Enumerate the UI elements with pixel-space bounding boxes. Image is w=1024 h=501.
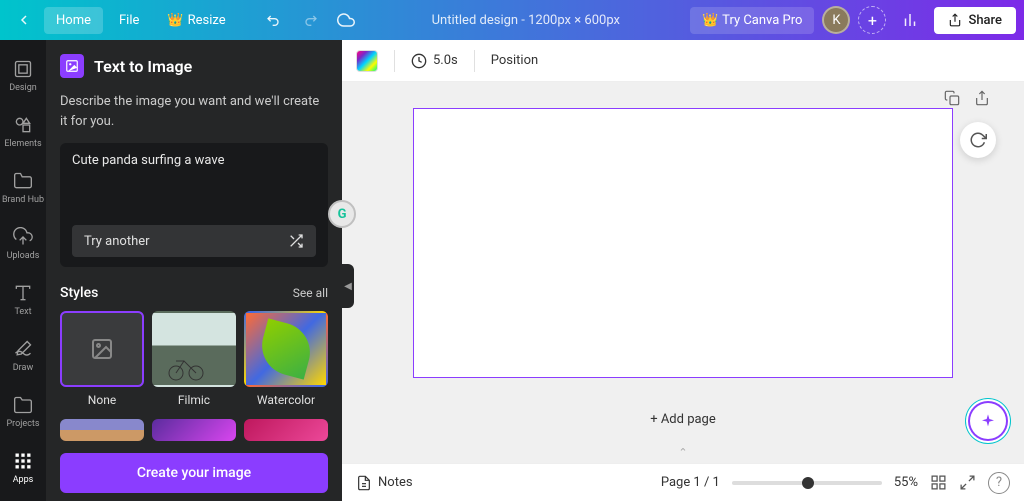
home-button[interactable]: Home xyxy=(44,7,103,34)
zoom-value[interactable]: 55% xyxy=(894,475,918,490)
grid-view-icon[interactable] xyxy=(930,474,947,491)
file-button[interactable]: File xyxy=(107,7,151,34)
grammarly-icon[interactable]: G xyxy=(328,200,356,228)
rail-brand-hub[interactable]: Brand Hub xyxy=(0,160,46,216)
style-extra-3[interactable] xyxy=(244,419,328,441)
style-extra-1[interactable] xyxy=(60,419,144,441)
add-collaborator-button[interactable]: + xyxy=(858,6,886,34)
redo-icon[interactable] xyxy=(294,4,326,36)
try-pro-button[interactable]: 👑 Try Canva Pro xyxy=(690,7,814,34)
style-filmic[interactable]: Filmic xyxy=(152,311,236,407)
text-to-image-panel: Text to Image Describe the image you wan… xyxy=(46,40,342,501)
zoom-slider[interactable] xyxy=(732,481,882,485)
avatar[interactable]: K xyxy=(822,6,850,34)
resize-button[interactable]: 👑 Resize xyxy=(155,7,237,34)
rail-draw[interactable]: Draw xyxy=(0,328,46,384)
duration-button[interactable]: 5.0s xyxy=(411,53,458,69)
style-extra-2[interactable] xyxy=(152,419,236,441)
image-placeholder-icon xyxy=(90,337,114,361)
text-to-image-icon xyxy=(60,54,84,78)
panel-title: Text to Image xyxy=(94,57,192,76)
topbar-left-group: Home File 👑 Resize xyxy=(8,4,362,36)
notes-icon xyxy=(356,475,372,491)
color-picker-button[interactable] xyxy=(356,50,378,72)
sparkle-icon xyxy=(980,413,996,429)
bicycle-thumb xyxy=(166,355,206,381)
rail-elements[interactable]: Elements xyxy=(0,104,46,160)
crown-icon: 👑 xyxy=(167,13,183,28)
style-watercolor[interactable]: Watercolor xyxy=(244,311,328,407)
prompt-box: Cute panda surfing a wave Try another xyxy=(60,143,328,267)
upload-icon xyxy=(948,13,962,27)
undo-icon[interactable] xyxy=(258,4,290,36)
share-button[interactable]: Share xyxy=(934,7,1016,34)
rail-text[interactable]: Text xyxy=(0,272,46,328)
add-page-button[interactable]: + Add page xyxy=(650,412,716,427)
shuffle-icon xyxy=(288,233,304,249)
see-all-link[interactable]: See all xyxy=(293,286,328,300)
context-toolbar: 5.0s Position xyxy=(342,40,1024,82)
position-button[interactable]: Position xyxy=(491,53,538,68)
back-icon[interactable] xyxy=(8,4,40,36)
canvas-area: + Add page ⌃ xyxy=(342,82,1024,463)
duplicate-page-icon[interactable] xyxy=(944,90,960,106)
magic-fab[interactable] xyxy=(970,403,1006,439)
canvas[interactable] xyxy=(413,108,953,378)
notes-button[interactable]: Notes xyxy=(356,475,413,491)
page-indicator[interactable]: Page 1 / 1 xyxy=(661,475,720,490)
footer-bar: Notes Page 1 / 1 55% ? xyxy=(342,463,1024,501)
crown-icon: 👑 xyxy=(702,13,718,28)
top-bar: Home File 👑 Resize Untitled design - 120… xyxy=(0,0,1024,40)
clock-icon xyxy=(411,53,427,69)
panel-description: Describe the image you want and we'll cr… xyxy=(60,92,328,131)
styles-label: Styles xyxy=(60,285,98,301)
fullscreen-icon[interactable] xyxy=(959,474,976,491)
panel-collapse-handle[interactable]: ◀ xyxy=(342,264,354,308)
rail-projects[interactable]: Projects xyxy=(0,384,46,440)
workspace: 5.0s Position + Add page ⌃ Notes xyxy=(342,40,1024,501)
rail-uploads[interactable]: Uploads xyxy=(0,216,46,272)
timer-fab[interactable] xyxy=(960,122,996,158)
timeline-expand-handle[interactable]: ⌃ xyxy=(678,446,687,459)
style-none[interactable]: None xyxy=(60,311,144,407)
cloud-sync-icon[interactable] xyxy=(330,4,362,36)
document-title[interactable]: Untitled design - 1200px × 600px xyxy=(366,13,686,28)
side-rail: Design Elements Brand Hub Uploads Text D… xyxy=(0,40,46,501)
export-page-icon[interactable] xyxy=(974,90,990,106)
leaf-thumb xyxy=(255,318,316,379)
prompt-input[interactable]: Cute panda surfing a wave xyxy=(72,153,316,217)
rail-design[interactable]: Design xyxy=(0,48,46,104)
topbar-right-group: 👑 Try Canva Pro K + Share xyxy=(690,4,1016,36)
try-another-button[interactable]: Try another xyxy=(72,225,316,257)
analytics-icon[interactable] xyxy=(894,4,926,36)
create-image-button[interactable]: Create your image xyxy=(60,453,328,493)
rail-apps[interactable]: Apps xyxy=(0,440,46,496)
help-icon[interactable]: ? xyxy=(988,472,1010,494)
